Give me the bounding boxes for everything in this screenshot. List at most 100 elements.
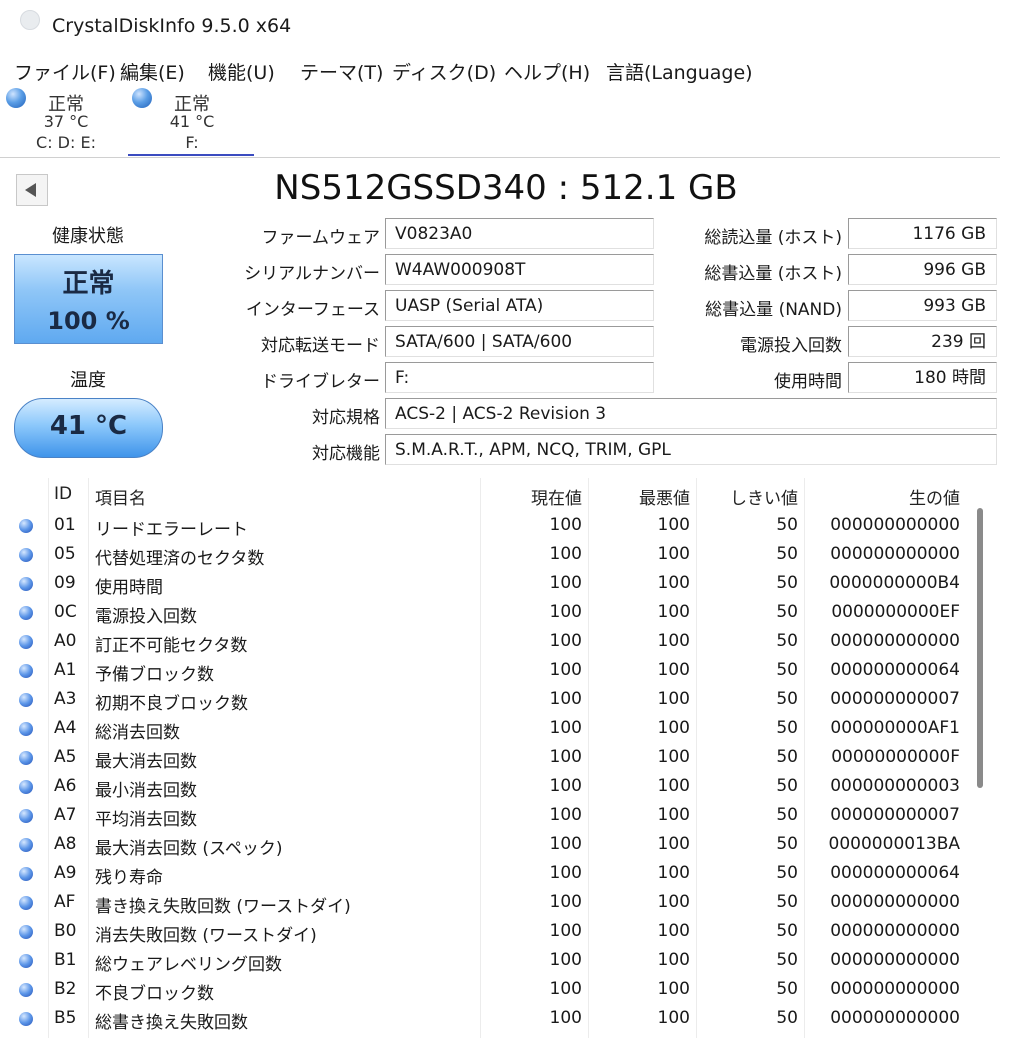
attr-raw: 000000000000 — [830, 515, 960, 535]
attr-name: 総ウェアレベリング回数 — [95, 955, 282, 975]
smart-row[interactable]: 09 使用時間 100 100 50 0000000000B4 — [0, 569, 975, 598]
attr-name: 残り寿命 — [95, 868, 163, 888]
attr-name: 消去失敗回数 (ワーストダイ) — [95, 926, 317, 946]
smart-row[interactable]: 0C 電源投入回数 100 100 50 0000000000EF — [0, 598, 975, 627]
features-value: S.M.A.R.T., APM, NCQ, TRIM, GPL — [385, 434, 997, 465]
menu-function[interactable]: 機能(U) — [208, 58, 275, 85]
smart-row[interactable]: B2 不良ブロック数 100 100 50 000000000000 — [0, 975, 975, 1004]
nand-writes-value: 993 GB — [848, 290, 997, 321]
attr-name: 書き換え失敗回数 (ワーストダイ) — [95, 897, 351, 917]
health-label: 健康状態 — [52, 226, 124, 247]
status-dot-icon — [19, 606, 33, 620]
attr-current: 100 — [549, 602, 582, 622]
disk-temp: 37 °C — [43, 112, 89, 131]
menu-bar: ファイル(F) 編集(E) 機能(U) テーマ(T) ディスク(D) ヘルプ(H… — [0, 56, 1012, 86]
smart-row[interactable]: A0 訂正不可能セクタ数 100 100 50 000000000000 — [0, 627, 975, 656]
attr-raw: 0000000000EF — [831, 602, 960, 622]
disk-tab-2[interactable]: 正常 41 °C F: — [128, 88, 256, 156]
window-title: CrystalDiskInfo 9.5.0 x64 — [52, 15, 292, 37]
attr-worst: 100 — [657, 689, 690, 709]
smart-row[interactable]: 01 リードエラーレート 100 100 50 000000000000 — [0, 511, 975, 540]
disk-temp: 41 °C — [169, 112, 215, 131]
health-status-panel[interactable]: 正常 100 % — [14, 254, 163, 344]
attr-threshold: 50 — [776, 950, 798, 970]
header-id[interactable]: ID — [54, 484, 72, 504]
attr-id: 01 — [54, 515, 76, 535]
attr-threshold: 50 — [776, 805, 798, 825]
firmware-label: ファームウェア — [261, 228, 381, 248]
header-name[interactable]: 項目名 — [95, 484, 146, 509]
smart-row[interactable]: A1 予備ブロック数 100 100 50 000000000064 — [0, 656, 975, 685]
temperature-value: 41 °C — [49, 411, 128, 441]
menu-edit[interactable]: 編集(E) — [120, 58, 185, 85]
attr-threshold: 50 — [776, 834, 798, 854]
serial-label: シリアルナンバー — [244, 264, 380, 284]
smart-row[interactable]: A5 最大消去回数 100 100 50 00000000000F — [0, 743, 975, 772]
disk-tab-1[interactable]: 正常 37 °C C: D: E: — [2, 88, 130, 154]
attr-worst: 100 — [657, 921, 690, 941]
disk-drives: F: — [185, 133, 199, 152]
attr-threshold: 50 — [776, 776, 798, 796]
app-window: CrystalDiskInfo 9.5.0 x64 ファイル(F) 編集(E) … — [0, 0, 1012, 1048]
attr-worst: 100 — [657, 515, 690, 535]
attr-current: 100 — [549, 921, 582, 941]
smart-row[interactable]: A9 残り寿命 100 100 50 000000000064 — [0, 859, 975, 888]
attr-worst: 100 — [657, 631, 690, 651]
header-threshold[interactable]: しきい値 — [718, 484, 798, 509]
attr-current: 100 — [549, 805, 582, 825]
host-writes-label: 総書込量 (ホスト) — [704, 264, 842, 284]
interface-value: UASP (Serial ATA) — [385, 290, 654, 321]
attr-raw: 000000000003 — [830, 776, 960, 796]
status-dot-icon — [19, 983, 33, 997]
status-dot-icon — [19, 577, 33, 591]
header-worst[interactable]: 最悪値 — [620, 484, 690, 509]
features-label: 対応機能 — [312, 444, 380, 464]
status-dot-icon — [19, 751, 33, 765]
attr-name: 代替処理済のセクタ数 — [95, 549, 265, 569]
attr-threshold: 50 — [776, 921, 798, 941]
temperature-panel[interactable]: 41 °C — [14, 398, 163, 458]
transfer-mode-label: 対応転送モード — [261, 336, 380, 356]
power-hours-value: 180 時間 — [848, 362, 997, 393]
host-writes-value: 996 GB — [848, 254, 997, 285]
smart-row[interactable]: B5 総書き換え失敗回数 100 100 50 000000000000 — [0, 1004, 975, 1033]
status-dot-icon — [19, 896, 33, 910]
attr-worst: 100 — [657, 834, 690, 854]
smart-row[interactable]: AF 書き換え失敗回数 (ワーストダイ) 100 100 50 000000000000 — [0, 888, 975, 917]
attr-raw: 0000000013BA — [828, 834, 960, 854]
smart-row[interactable]: A4 総消去回数 100 100 50 000000000AF1 — [0, 714, 975, 743]
attr-id: 0C — [54, 602, 77, 622]
scrollbar[interactable] — [977, 508, 983, 788]
smart-row[interactable]: A3 初期不良ブロック数 100 100 50 000000000007 — [0, 685, 975, 714]
attr-threshold: 50 — [776, 747, 798, 767]
attr-id: A8 — [54, 834, 77, 854]
status-dot-icon — [19, 1012, 33, 1026]
attr-name: 不良ブロック数 — [95, 984, 214, 1004]
menu-help[interactable]: ヘルプ(H) — [504, 58, 590, 85]
attr-raw: 000000000000 — [830, 979, 960, 999]
smart-row[interactable]: B0 消去失敗回数 (ワーストダイ) 100 100 50 000000000000 — [0, 917, 975, 946]
menu-disk[interactable]: ディスク(D) — [392, 58, 496, 85]
menu-theme[interactable]: テーマ(T) — [300, 58, 383, 85]
smart-row[interactable]: A7 平均消去回数 100 100 50 000000000007 — [0, 801, 975, 830]
status-dot-icon — [19, 809, 33, 823]
smart-row[interactable]: A8 最大消去回数 (スペック) 100 100 50 0000000013BA — [0, 830, 975, 859]
attr-name: 総書き換え失敗回数 — [95, 1013, 248, 1033]
attr-id: A3 — [54, 689, 77, 709]
divider — [0, 157, 1000, 158]
smart-row[interactable]: B1 総ウェアレベリング回数 100 100 50 000000000000 — [0, 946, 975, 975]
attr-name: 最小消去回数 — [95, 781, 197, 801]
smart-row[interactable]: A6 最小消去回数 100 100 50 000000000003 — [0, 772, 975, 801]
attr-raw: 000000000000 — [830, 1008, 960, 1028]
header-raw[interactable]: 生の値 — [860, 484, 960, 509]
attr-id: AF — [54, 892, 76, 912]
menu-language[interactable]: 言語(Language) — [606, 58, 753, 85]
attr-threshold: 50 — [776, 602, 798, 622]
standard-value: ACS-2 | ACS-2 Revision 3 — [385, 398, 997, 429]
smart-row[interactable]: 05 代替処理済のセクタ数 100 100 50 000000000000 — [0, 540, 975, 569]
header-current[interactable]: 現在値 — [520, 484, 582, 509]
status-dot-icon — [19, 780, 33, 794]
menu-file[interactable]: ファイル(F) — [14, 58, 116, 85]
attr-worst: 100 — [657, 718, 690, 738]
attr-raw: 00000000000F — [831, 747, 960, 767]
